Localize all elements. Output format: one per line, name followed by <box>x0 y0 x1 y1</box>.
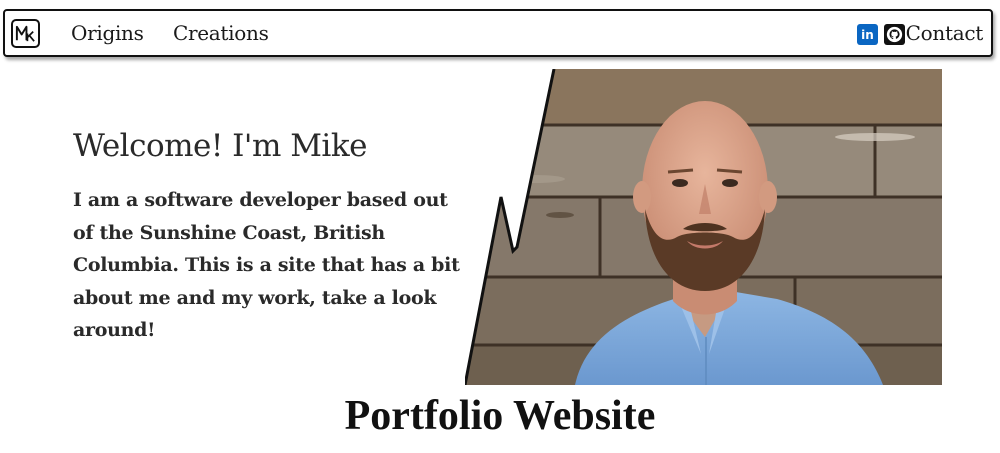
profile-photo-illustration <box>465 69 942 385</box>
hero-body: I am a software developer based out of t… <box>73 189 460 341</box>
nav-link-contact[interactable]: Contact <box>906 21 984 45</box>
linkedin-icon[interactable]: in <box>857 24 878 45</box>
nav-link-creations[interactable]: Creations <box>173 21 269 45</box>
github-octocat-icon <box>886 26 903 43</box>
profile-photo <box>465 69 942 385</box>
hero-title: Welcome! I'm Mike <box>73 128 367 164</box>
logo-icon[interactable] <box>11 19 40 48</box>
navbar: Origins Creations in Contact <box>3 9 993 57</box>
nav-link-origins[interactable]: Origins <box>71 21 144 45</box>
section-title: Portfolio Website <box>344 393 656 439</box>
mk-monogram-icon <box>15 25 35 42</box>
github-icon[interactable] <box>884 24 905 45</box>
